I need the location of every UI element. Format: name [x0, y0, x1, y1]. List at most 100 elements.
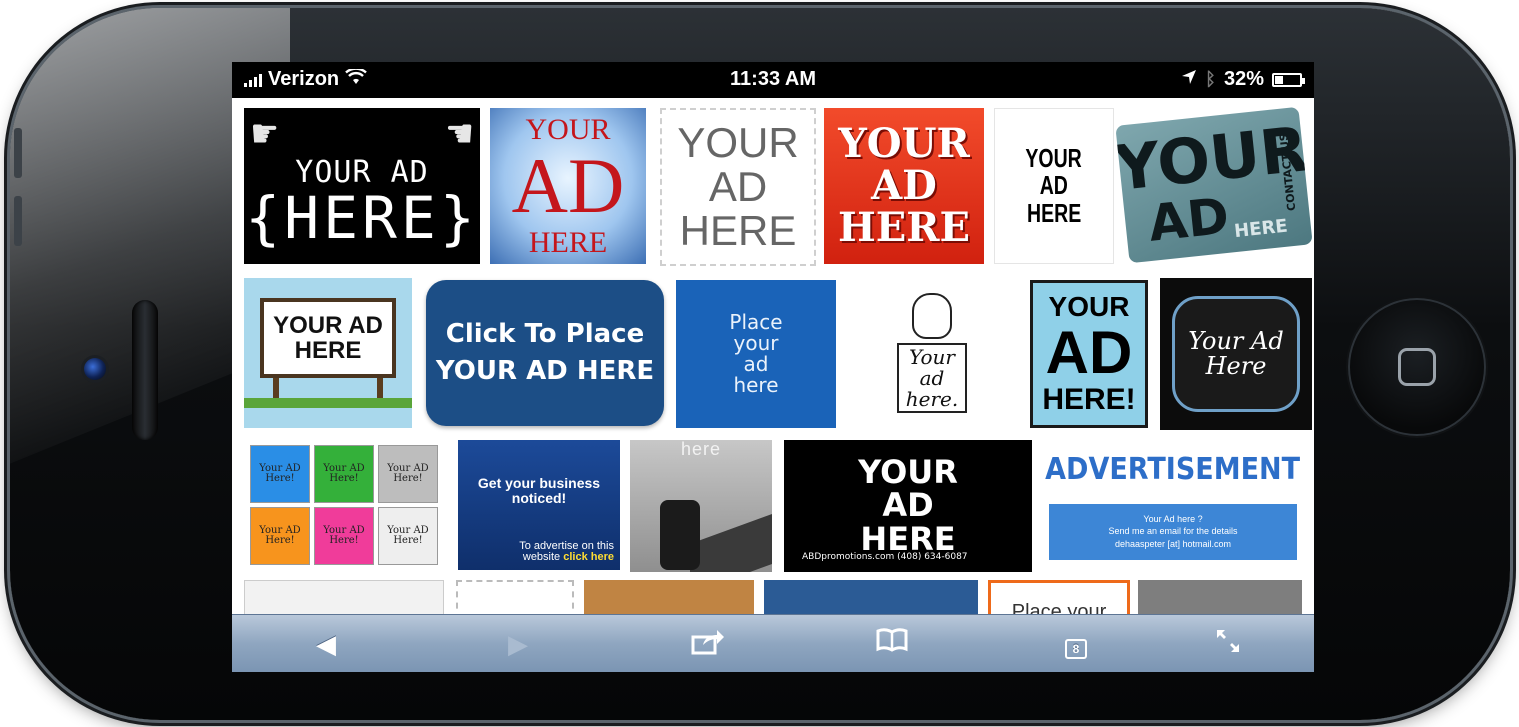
ad-tile-your-ad-here-red[interactable]: YOUR AD HERE [824, 108, 984, 264]
photo-figure [660, 500, 700, 570]
ad-tile-your-ad-here-hands[interactable]: ☛ ☛ YOUR AD {HERE} [244, 108, 480, 264]
ad-tile-partial[interactable] [456, 580, 574, 614]
ad-text: HERE [1233, 215, 1289, 242]
ad-tile-photo-here[interactable]: here [630, 440, 772, 572]
ad-text: ad [919, 365, 945, 390]
mini-ad: Your AD Here! [250, 507, 310, 565]
ad-text: YOUR AD HERE [435, 356, 655, 386]
tabs-button[interactable]: 8 [1056, 627, 1096, 661]
ad-text: AD [871, 162, 937, 209]
photo-floor [690, 500, 772, 572]
ad-text: AD [511, 142, 625, 230]
bookmarks-button[interactable] [872, 627, 912, 661]
ad-tile-sketch-man-sign[interactable]: Your ad here. [844, 278, 1020, 428]
mini-ad-grid: Your AD Here! Your AD Here! Your AD Here… [250, 445, 438, 565]
ad-text: Send me an email for the details [1108, 526, 1238, 537]
home-button[interactable] [1348, 298, 1486, 436]
battery-percent: 32% [1223, 68, 1264, 90]
ad-text: {HERE} [245, 184, 479, 253]
iphone-device: Verizon 11:33 AM ᛒ 32% ☛ ☛ YOUR AD {HERE… [10, 8, 1510, 720]
location-arrow-icon [1181, 68, 1197, 91]
battery-level-fill [1275, 75, 1283, 84]
ad-tile-partial[interactable] [584, 580, 754, 614]
ad-footer: ABDpromotions.com (408) 634-6087 [802, 551, 968, 562]
fullscreen-button[interactable] [1208, 627, 1248, 661]
volume-down-button [14, 196, 22, 246]
billboard-sign: YOUR AD HERE [260, 298, 396, 378]
share-button[interactable] [688, 627, 728, 661]
earpiece-speaker [132, 300, 158, 440]
phone-screen: Verizon 11:33 AM ᛒ 32% ☛ ☛ YOUR AD {HERE… [232, 62, 1314, 672]
ad-tile-partial[interactable] [764, 580, 978, 614]
ad-text: YOUR [858, 452, 958, 491]
ad-tile-partial[interactable] [244, 580, 444, 614]
ad-text-row: AD HERE [1145, 184, 1289, 254]
ad-tile-partial[interactable] [1138, 580, 1302, 614]
ad-text: YOUR AD [273, 311, 383, 339]
ad-footer: To advertise on this website click here [519, 539, 614, 564]
expand-arrows-icon [1217, 630, 1239, 652]
ad-tile-your-ad-here-blue[interactable]: YOUR AD HERE! [1030, 280, 1148, 428]
ad-tile-partial-place-your[interactable]: Place your [988, 580, 1130, 614]
ad-tile-billboard[interactable]: YOUR AD HERE [244, 278, 412, 428]
pointing-hand-icon: ☛ [252, 109, 278, 158]
ad-text: your [733, 331, 779, 355]
front-camera-icon [84, 358, 106, 380]
ad-text: AD [1145, 187, 1232, 254]
ad-text: Your [909, 344, 955, 369]
home-square-icon [1398, 348, 1436, 386]
sketch-sign: Your ad here. [897, 343, 967, 413]
book-icon [876, 628, 908, 652]
tab-count-badge: 8 [1065, 639, 1087, 659]
ad-tile-your-ad-here-dashed[interactable]: YOUR AD HERE [660, 108, 816, 266]
ad-headline: Get your business noticed! [477, 475, 601, 506]
web-content-image-grid[interactable]: ☛ ☛ YOUR AD {HERE} YOUR AD HERE YOUR AD … [232, 98, 1314, 614]
ad-text: here [733, 373, 779, 397]
ad-link[interactable]: click here [563, 551, 614, 564]
ad-tile-your-ad-here-poster[interactable]: YOUR AD HERE [994, 108, 1114, 264]
ad-text: Click To Place [445, 318, 645, 349]
sketch-person-icon [912, 293, 952, 339]
ad-tile-your-ad-here-black[interactable]: YOUR AD HERE ABDpromotions.com (408) 634… [784, 440, 1032, 572]
ad-text: YOUR [677, 118, 799, 166]
grass-strip [244, 398, 412, 408]
ad-tile-get-your-business-noticed[interactable]: Get your business noticed! To advertise … [458, 440, 620, 570]
ad-text: AD [708, 162, 768, 210]
ad-text: YOUR [1048, 291, 1130, 323]
volume-up-button [14, 128, 22, 178]
ad-text: HERE [1026, 197, 1082, 228]
ad-text: Here [1205, 352, 1267, 380]
status-right: ᛒ 32% [1181, 68, 1305, 91]
ad-banner: Your Ad here ? Send me an email for the … [1049, 503, 1297, 560]
ad-text: HERE! [1042, 383, 1136, 417]
mini-ad: Your AD Here! [314, 445, 374, 503]
share-icon [691, 630, 724, 655]
ad-tile-chalkboard[interactable]: Your Ad Here [1160, 278, 1312, 430]
ad-text: HERE [528, 225, 608, 259]
forward-button[interactable]: ▶ [498, 627, 538, 661]
billboard-posts [273, 378, 383, 398]
ad-tile-color-grid[interactable]: Your AD Here! Your AD Here! Your AD Here… [244, 440, 444, 570]
mini-ad: Your AD Here! [250, 445, 310, 503]
ad-text: HERE [679, 207, 797, 255]
ad-text: AD [1039, 170, 1069, 201]
ad-tile-advertisement[interactable]: ADVERTISEMENT Your Ad here ? Send me an … [1044, 440, 1302, 572]
ad-text: dehaaspeter [at] hotmail.com [1114, 538, 1232, 549]
ad-text: AD [882, 486, 934, 525]
ad-tile-your-ad-here-glow[interactable]: YOUR AD HERE [490, 108, 646, 264]
ad-tile-place-your-ad-here[interactable]: Place your ad here [676, 280, 836, 428]
status-time: 11:33 AM [730, 68, 816, 90]
back-button[interactable]: ◀ [306, 627, 346, 661]
ad-tile-click-to-place[interactable]: Click To Place YOUR AD HERE [426, 280, 664, 426]
ad-text: Your Ad here ? [1143, 513, 1203, 524]
mini-ad: Your AD Here! [314, 507, 374, 565]
ad-text: here [680, 440, 722, 459]
ad-text: YOUR [838, 120, 970, 167]
ad-text: website [522, 551, 561, 564]
ad-tile-your-ad-here-card[interactable]: YOUR AD HERE CONTACT US [1115, 106, 1313, 264]
ad-text: YOUR [1025, 143, 1083, 174]
pointing-hand-icon: ☛ [446, 109, 472, 158]
ad-text: Place [729, 310, 783, 334]
ad-text: HERE [294, 337, 362, 364]
ad-text: To advertise on this [519, 539, 614, 552]
